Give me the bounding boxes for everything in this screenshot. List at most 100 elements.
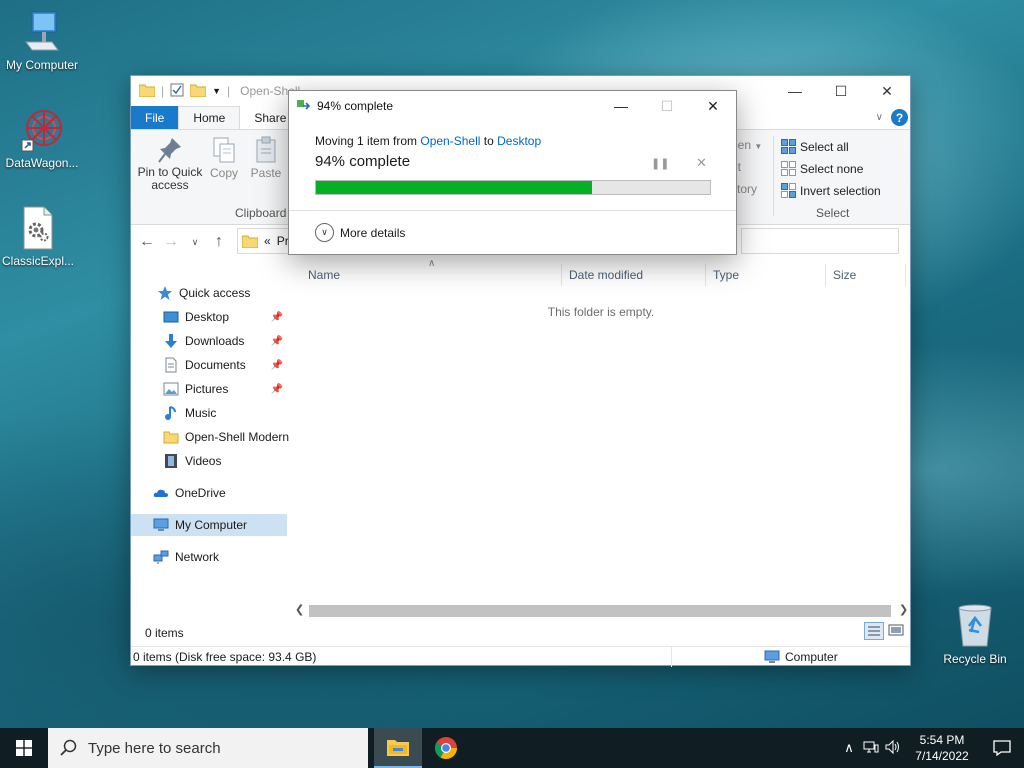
up-arrow-icon[interactable]: ↑ — [211, 233, 227, 251]
nav-network[interactable]: Network — [131, 546, 287, 568]
file-explorer-icon — [387, 740, 409, 756]
paste-button[interactable]: Paste — [249, 136, 283, 180]
column-header-type[interactable]: Type — [713, 268, 739, 282]
new-folder-icon[interactable] — [189, 83, 207, 100]
close-button[interactable]: ✕ — [864, 76, 910, 106]
navigation-pane: Quick access Desktop 📌 Downloads 📌 Docum… — [131, 272, 291, 635]
star-icon — [158, 286, 172, 300]
horizontal-scrollbar[interactable]: ❮ ❯ — [291, 603, 911, 620]
desktop-icon-recycle-bin[interactable]: Recycle Bin — [933, 604, 1017, 666]
pin-to-quick-access-button[interactable]: Pin to Quick access — [137, 136, 203, 192]
dialog-maximize-button[interactable]: ☐ — [644, 91, 690, 121]
nav-pictures[interactable]: Pictures 📌 — [131, 378, 287, 400]
volume-icon[interactable] — [882, 739, 904, 757]
source-link[interactable]: Open-Shell — [420, 134, 480, 148]
details-view-icon[interactable] — [864, 622, 884, 640]
move-icon — [297, 99, 311, 114]
ribbon-divider — [773, 136, 774, 216]
paste-icon — [249, 136, 283, 166]
nav-quick-access[interactable]: Quick access — [131, 282, 287, 304]
select-none-button[interactable]: Select none — [781, 161, 863, 176]
detail-status-bar: 0 items (Disk free space: 93.4 GB) Compu… — [131, 646, 910, 667]
empty-folder-message: This folder is empty. — [547, 305, 655, 319]
nav-label: Music — [185, 406, 217, 420]
file-list[interactable]: ∧ Name Date modified Type Size This fold… — [291, 258, 911, 605]
column-divider — [561, 264, 562, 286]
pin-icon — [137, 136, 203, 166]
taskbar: Type here to search ∧ 5:54 PM 7/14/2022 — [0, 728, 1024, 768]
datawagon-icon — [20, 108, 64, 152]
tab-home[interactable]: Home — [178, 106, 241, 129]
notification-icon — [993, 740, 1011, 756]
folder-icon — [242, 235, 258, 248]
nav-desktop[interactable]: Desktop 📌 — [131, 306, 287, 328]
back-arrow-icon[interactable]: ← — [139, 233, 155, 251]
help-icon[interactable]: ? — [891, 109, 908, 126]
invert-selection-icon — [781, 183, 796, 198]
clipboard-group-label: Clipboard — [235, 206, 287, 220]
taskbar-file-explorer[interactable] — [374, 728, 422, 768]
nav-open-shell-modern[interactable]: Open-Shell Modern — [131, 426, 291, 448]
nav-label: OneDrive — [175, 486, 226, 500]
more-details-button[interactable]: ∨ More details — [315, 223, 405, 242]
forward-arrow-icon[interactable]: → — [163, 233, 179, 251]
taskbar-chrome[interactable] — [422, 728, 470, 768]
start-button[interactable] — [0, 728, 48, 768]
nav-documents[interactable]: Documents 📌 — [131, 354, 287, 376]
computer-icon — [764, 650, 780, 667]
nav-downloads[interactable]: Downloads 📌 — [131, 330, 287, 352]
column-header-name[interactable]: Name — [308, 268, 340, 282]
nav-onedrive[interactable]: OneDrive — [131, 482, 287, 504]
nav-music[interactable]: Music — [131, 402, 287, 424]
tab-file[interactable]: File — [131, 106, 179, 129]
move-progress-dialog[interactable]: 94% complete — ☐ ✕ Moving 1 item from Op… — [288, 90, 737, 255]
minimize-button[interactable]: — — [772, 76, 818, 106]
desktop-icon-datawagon[interactable]: DataWagon... — [0, 108, 84, 170]
pause-icon[interactable]: ❚❚ — [651, 157, 669, 170]
cancel-icon[interactable]: ✕ — [696, 155, 707, 171]
maximize-button[interactable]: ☐ — [818, 76, 864, 106]
address-overflow-chevron[interactable]: « — [264, 234, 271, 248]
search-input[interactable] — [741, 228, 899, 254]
dialog-titlebar[interactable]: 94% complete — ☐ ✕ — [289, 91, 736, 121]
customize-toolbar-icon[interactable]: ▼ — [212, 86, 221, 96]
column-header-size[interactable]: Size — [833, 268, 856, 282]
large-icons-view-icon[interactable] — [888, 623, 904, 640]
dialog-minimize-button[interactable]: — — [598, 91, 644, 121]
column-divider — [905, 264, 906, 286]
nav-label: Pictures — [185, 382, 229, 396]
taskbar-search-box[interactable]: Type here to search — [48, 728, 368, 768]
nav-my-computer[interactable]: My Computer — [131, 514, 287, 536]
nav-label: Downloads — [185, 334, 245, 348]
settings-file-icon — [21, 206, 55, 250]
desktop-icon-my-computer[interactable]: My Computer — [0, 10, 84, 72]
address-path[interactable]: Pr — [277, 234, 289, 248]
dialog-close-button[interactable]: ✕ — [690, 91, 736, 121]
select-all-button[interactable]: Select all — [781, 139, 849, 154]
scroll-right-icon[interactable]: ❯ — [899, 603, 908, 616]
network-status-icon[interactable] — [860, 740, 882, 757]
nav-label: Open-Shell Modern — [185, 430, 290, 444]
show-hidden-icons-chevron[interactable]: ∧ — [838, 740, 860, 756]
nav-videos[interactable]: Videos — [131, 450, 287, 472]
download-arrow-icon — [165, 334, 177, 348]
action-center-button[interactable] — [980, 728, 1024, 768]
progress-bar — [315, 180, 711, 195]
copy-button[interactable]: Copy — [207, 136, 241, 180]
destination-link[interactable]: Desktop — [497, 134, 541, 148]
desktop-icon-classicexplorer[interactable]: ClassicExpl... — [0, 206, 80, 268]
invert-selection-button[interactable]: Invert selection — [781, 183, 881, 198]
move-description: Moving 1 item from Open-Shell to Desktop — [315, 134, 541, 148]
more-details-label: More details — [340, 225, 406, 240]
taskbar-clock[interactable]: 5:54 PM 7/14/2022 — [904, 732, 980, 764]
chevron-down-icon[interactable]: ∨ — [876, 112, 883, 123]
desktop-folder-icon — [163, 311, 179, 323]
properties-icon[interactable] — [170, 83, 184, 100]
nav-label: Quick access — [179, 286, 251, 300]
column-header-date-modified[interactable]: Date modified — [569, 268, 643, 282]
scroll-left-icon[interactable]: ❮ — [295, 603, 304, 616]
scrollbar-thumb[interactable] — [309, 605, 891, 617]
item-count: 0 items — [145, 626, 184, 640]
clock-date: 7/14/2022 — [915, 749, 969, 763]
recent-locations-icon[interactable]: ∨ — [187, 237, 203, 248]
